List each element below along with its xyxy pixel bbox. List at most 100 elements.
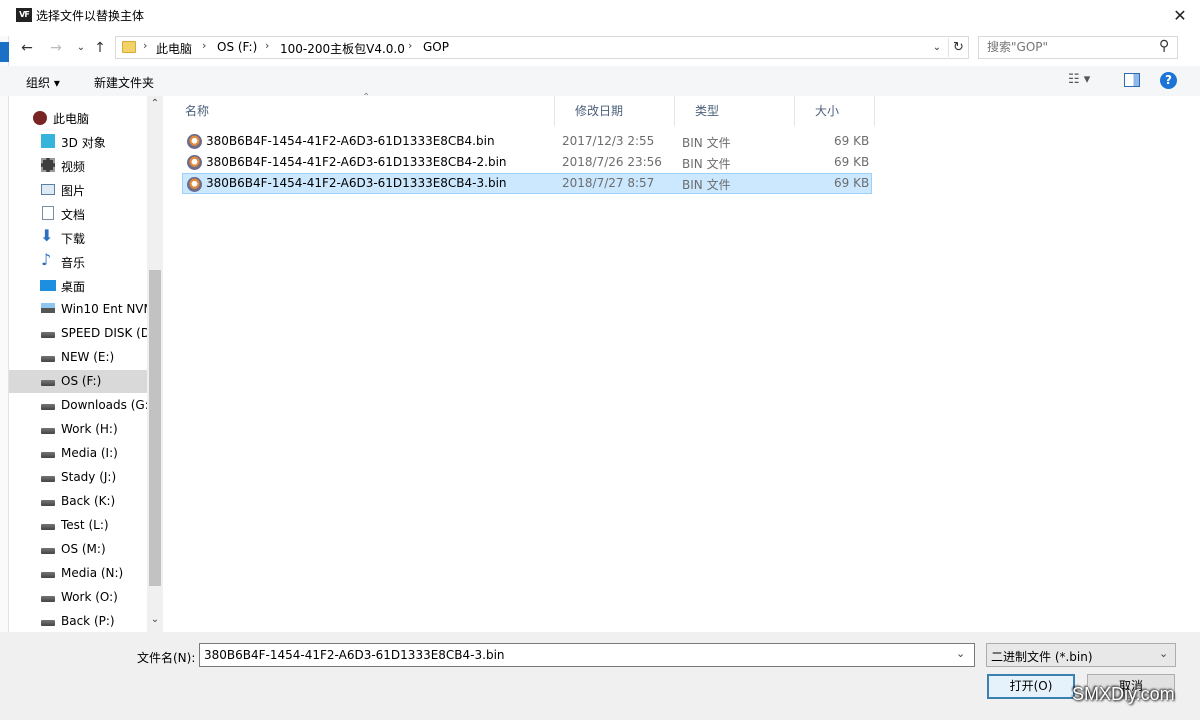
preview-pane-button[interactable] [1124,73,1140,87]
desktop-icon [40,280,56,291]
nav-item-os-f[interactable]: OS (F:) [9,370,147,393]
filetype-select[interactable]: 二进制文件 (*.bin) ⌄ [986,643,1176,667]
nav-item-back-p[interactable]: Back (P:) [9,610,147,632]
breadcrumb-separator: › [143,39,148,52]
nav-item-videos[interactable]: 视频 [9,154,147,177]
file-modified: 2018/7/26 23:56 [562,155,662,169]
nav-item-work-h[interactable]: Work (H:) [9,418,147,441]
nav-item-label: 此电脑 [53,112,90,126]
nav-item-label: 图片 [61,184,86,198]
nav-item-label: Back (K:) [61,494,116,508]
nav-item-pictures[interactable]: 图片 [9,178,147,201]
forward-button[interactable]: → [45,38,67,58]
drive-icon [41,572,55,578]
nav-item-media-i[interactable]: Media (I:) [9,442,147,465]
new-folder-button[interactable]: 新建文件夹 [94,74,154,91]
scroll-up-icon[interactable]: ⌃ [147,98,163,114]
drive-icon [41,500,55,506]
breadcrumb-os-f[interactable]: OS (F:) [217,40,257,54]
drive-icon [41,452,55,458]
file-type: BIN 文件 [682,136,731,150]
file-row[interactable]: 380B6B4F-1454-41F2-A6D3-61D1333E8CB4-2.b… [183,152,873,173]
nav-item-music[interactable]: ♪ 音乐 [9,250,147,273]
open-button[interactable]: 打开(O) [987,674,1075,699]
nav-item-desktop[interactable]: 桌面 [9,274,147,297]
breadcrumb-separator: › [202,39,207,52]
drive-icon [41,380,55,386]
drive-icon [41,428,55,434]
nav-item-3d-objects[interactable]: 3D 对象 [9,130,147,153]
bin-file-icon [187,177,202,192]
organize-button[interactable]: 组织 ▾ [26,74,60,91]
nav-scrollbar-thumb[interactable] [149,270,161,586]
navigation-pane: 此电脑 3D 对象 视频 图片 文档 ⬇ 下载 ♪ 音乐 桌面 Win10 En… [9,96,163,632]
nav-item-label: Work (O:) [61,590,118,604]
breadcrumb-board-pack[interactable]: 100-200主板包V4.0.0 [280,40,405,57]
watermark: SMXDiy.com [1072,684,1175,704]
file-size: 69 KB [834,155,870,169]
drive-icon [41,404,55,410]
drive-icon [41,596,55,602]
3d-objects-icon [41,134,55,148]
file-row[interactable]: 380B6B4F-1454-41F2-A6D3-61D1333E8CB4.bin… [183,131,873,152]
nav-item-downloads[interactable]: ⬇ 下载 [9,226,147,249]
nav-item-label: 音乐 [61,256,86,270]
nav-item-os-m[interactable]: OS (M:) [9,538,147,561]
back-button[interactable]: ← [16,38,38,58]
chevron-down-icon[interactable]: ⌄ [956,647,965,660]
drive-icon [41,524,55,530]
nav-item-this-pc[interactable]: 此电脑 [9,106,147,129]
up-button[interactable]: ↑ [89,38,111,58]
app-icon: VF [16,8,32,22]
breadcrumb-separator: › [408,39,413,52]
address-dropdown-button[interactable]: ⌄ [928,38,946,57]
music-icon: ♪ [41,250,52,269]
download-icon: ⬇ [40,226,54,245]
nav-item-label: 文档 [61,208,86,222]
nav-item-label: Media (N:) [61,566,124,580]
nav-item-test-l[interactable]: Test (L:) [9,514,147,537]
breadcrumb-this-pc[interactable]: 此电脑 [156,40,192,57]
scroll-down-icon[interactable]: ⌄ [147,614,163,630]
nav-item-stady-j[interactable]: Stady (J:) [9,466,147,489]
nav-item-win10-ent[interactable]: Win10 Ent NVM [9,298,147,321]
nav-item-documents[interactable]: 文档 [9,202,147,225]
drive-icon [41,620,55,626]
nav-item-label: NEW (E:) [61,350,115,364]
column-header-name[interactable]: 名称 [165,96,555,126]
nav-item-label: 桌面 [61,280,86,294]
filename-input[interactable]: 380B6B4F-1454-41F2-A6D3-61D1333E8CB4-3.b… [199,643,975,667]
nav-item-downloads-g[interactable]: Downloads (G: [9,394,147,417]
breadcrumb-separator: › [265,39,270,52]
search-icon[interactable]: ⚲ [1159,38,1169,54]
nav-item-new-e[interactable]: NEW (E:) [9,346,147,369]
column-header-type[interactable]: 类型 [675,96,795,126]
nav-item-back-k[interactable]: Back (K:) [9,490,147,513]
filename-value: 380B6B4F-1454-41F2-A6D3-61D1333E8CB4-3.b… [204,648,505,662]
column-header-modified[interactable]: 修改日期 [555,96,675,126]
dialog-footer: 文件名(N): 380B6B4F-1454-41F2-A6D3-61D1333E… [0,632,1200,720]
address-bar[interactable]: › 此电脑 › OS (F:) › 100-200主板包V4.0.0 › GOP… [115,36,969,59]
network-drive-icon [41,303,55,313]
column-header-size[interactable]: 大小 [795,96,875,126]
view-options-button[interactable]: ☷ ▾ [1068,72,1090,87]
refresh-button[interactable]: ↻ [948,38,968,57]
nav-item-label: Test (L:) [61,518,109,532]
search-box[interactable]: ⚲ [978,36,1178,59]
nav-item-label: Win10 Ent NVM [61,302,147,316]
file-modified: 2018/7/27 8:57 [562,176,655,190]
nav-item-media-n[interactable]: Media (N:) [9,562,147,585]
nav-item-speed-disk[interactable]: SPEED DISK (D [9,322,147,345]
sort-ascending-icon: ⌃ [362,92,371,103]
video-icon [41,158,55,172]
close-button[interactable]: ✕ [1160,0,1200,32]
drive-icon [41,476,55,482]
search-input[interactable] [987,40,1157,54]
nav-item-work-o[interactable]: Work (O:) [9,586,147,609]
window-title: 选择文件以替换主体 [36,9,145,23]
file-row-selected[interactable]: 380B6B4F-1454-41F2-A6D3-61D1333E8CB4-3.b… [182,173,872,194]
nav-item-label: OS (M:) [61,542,106,556]
breadcrumb-gop[interactable]: GOP [423,40,449,54]
help-icon[interactable]: ? [1160,72,1177,89]
computer-icon [33,111,47,125]
